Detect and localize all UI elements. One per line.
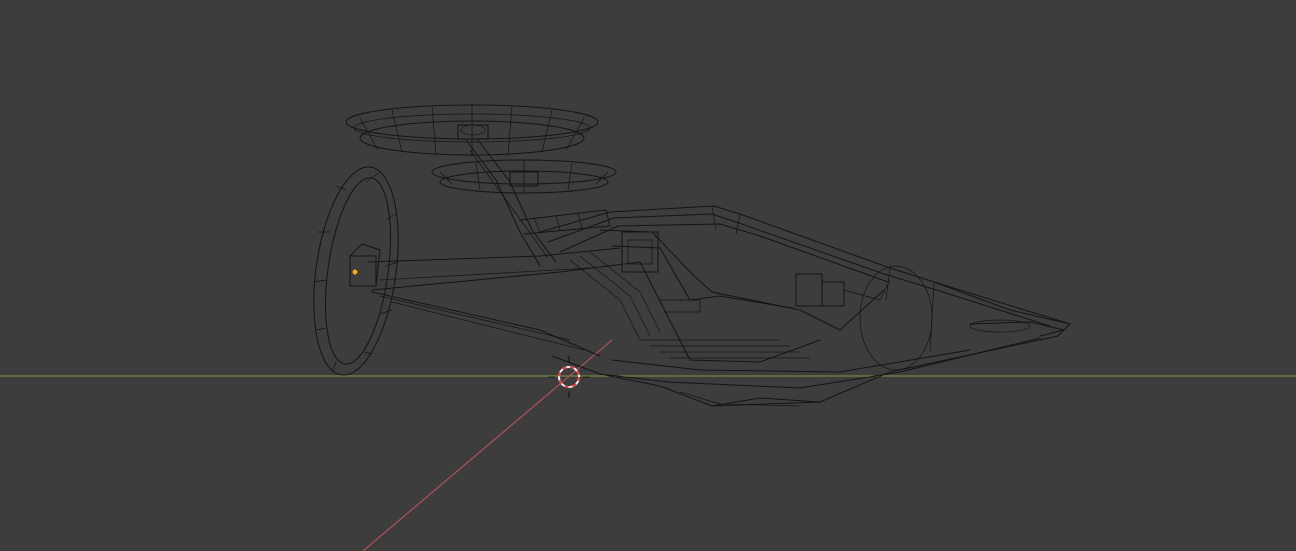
3d-viewport[interactable] <box>0 0 1296 551</box>
vehicle-wireframe[interactable] <box>302 104 1071 407</box>
nose-wireframe <box>933 281 1071 337</box>
lower-rotor-wireframe <box>431 159 617 194</box>
x-axis-line <box>362 339 613 551</box>
viewport-canvas[interactable] <box>0 0 1296 551</box>
object-origin-icon[interactable] <box>351 268 359 276</box>
cockpit-wireframe <box>519 209 891 363</box>
